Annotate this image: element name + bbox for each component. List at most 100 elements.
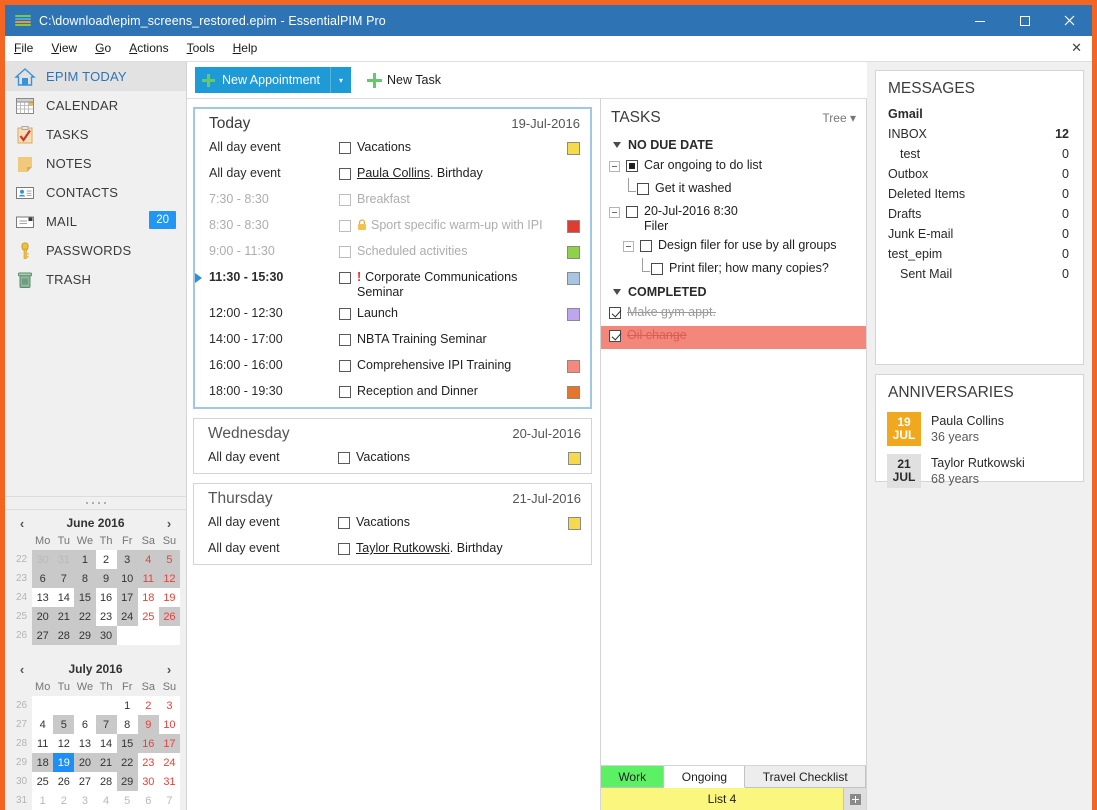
calendar-day-cell[interactable]: 6: [74, 715, 95, 734]
calendar-day-cell[interactable]: 24: [159, 753, 180, 772]
event-row[interactable]: 7:30 - 8:30Breakfast: [195, 189, 590, 215]
calendar-day-cell[interactable]: 27: [32, 626, 53, 645]
event-checkbox[interactable]: [338, 517, 350, 529]
new-appointment-dropdown[interactable]: ▾: [330, 67, 351, 93]
task-row[interactable]: 20-Jul-2016 8:30 Filer: [601, 202, 866, 236]
event-row[interactable]: All day eventVacations: [194, 447, 591, 473]
task-row[interactable]: Get it washed: [601, 179, 866, 202]
task-group-header[interactable]: NO DUE DATE: [601, 135, 866, 156]
message-folder-row[interactable]: test_epim0: [876, 244, 1083, 264]
tree-collapse-icon[interactable]: [623, 241, 634, 252]
calendar-day-cell[interactable]: 7: [53, 569, 74, 588]
prev-month-button[interactable]: ‹: [15, 662, 29, 677]
close-button[interactable]: [1047, 5, 1092, 36]
calendar-day-cell[interactable]: 29: [117, 772, 138, 791]
calendar-day-cell[interactable]: 2: [138, 696, 159, 715]
sidebar-item-trash[interactable]: TRASH: [5, 265, 186, 294]
calendar-day-cell[interactable]: 21: [96, 753, 117, 772]
sidebar-item-passwords[interactable]: PASSWORDS: [5, 236, 186, 265]
event-checkbox[interactable]: [339, 194, 351, 206]
calendar-day-cell[interactable]: 3: [159, 696, 180, 715]
calendar-day-cell[interactable]: 21: [53, 607, 74, 626]
event-checkbox[interactable]: [339, 246, 351, 258]
maximize-button[interactable]: [1002, 5, 1047, 36]
calendar-day-cell[interactable]: 3: [117, 550, 138, 569]
task-row[interactable]: Car ongoing to do list: [601, 156, 866, 179]
calendar-day-cell[interactable]: 13: [74, 734, 95, 753]
tasks-tab[interactable]: Ongoing: [664, 766, 745, 788]
event-row[interactable]: 16:00 - 16:00Comprehensive IPI Training: [195, 355, 590, 381]
calendar-day-cell[interactable]: 29: [74, 626, 95, 645]
event-checkbox[interactable]: [339, 272, 351, 284]
calendar-day-cell[interactable]: 27: [74, 772, 95, 791]
calendar-day-cell[interactable]: 12: [159, 569, 180, 588]
calendar-day-cell[interactable]: 28: [53, 626, 74, 645]
event-row[interactable]: All day eventTaylor Rutkowski. Birthday: [194, 538, 591, 564]
calendar-day-cell[interactable]: 2: [53, 791, 74, 810]
calendar-day-cell[interactable]: 6: [32, 569, 53, 588]
contact-link[interactable]: Taylor Rutkowski: [356, 541, 450, 555]
calendar-day-cell[interactable]: 14: [53, 588, 74, 607]
task-row[interactable]: Make gym appt.: [601, 303, 866, 326]
event-row[interactable]: All day eventVacations: [194, 512, 591, 538]
calendar-day-cell[interactable]: 5: [117, 791, 138, 810]
calendar-day-cell[interactable]: 1: [74, 550, 95, 569]
calendar-day-cell[interactable]: 2: [96, 550, 117, 569]
menu-view[interactable]: View: [42, 36, 86, 61]
calendar-day-cell[interactable]: 5: [53, 715, 74, 734]
event-checkbox[interactable]: [339, 142, 351, 154]
new-appointment-button[interactable]: New Appointment: [195, 67, 330, 93]
calendar-day-cell[interactable]: 25: [138, 607, 159, 626]
tasks-tab[interactable]: Work: [601, 766, 664, 788]
event-checkbox[interactable]: [339, 308, 351, 320]
sidebar-splitter-handle[interactable]: [5, 496, 186, 510]
task-checkbox[interactable]: [640, 240, 652, 252]
message-folder-row[interactable]: Gmail: [876, 104, 1083, 124]
calendar-day-cell[interactable]: 26: [159, 607, 180, 626]
task-row[interactable]: Oil change: [601, 326, 866, 349]
sidebar-item-mail[interactable]: MAIL 20: [5, 207, 186, 236]
message-folder-row[interactable]: test0: [876, 144, 1083, 164]
calendar-day-cell[interactable]: 16: [96, 588, 117, 607]
close-view-icon[interactable]: ✕: [1071, 39, 1082, 57]
event-row[interactable]: 12:00 - 12:30Launch: [195, 303, 590, 329]
add-list-button[interactable]: [844, 788, 866, 810]
sidebar-item-notes[interactable]: NOTES: [5, 149, 186, 178]
calendar-day-cell[interactable]: 14: [96, 734, 117, 753]
next-month-button[interactable]: ›: [162, 662, 176, 677]
anniversary-row[interactable]: 21JULTaylor Rutkowski68 years: [876, 450, 1083, 492]
calendar-day-cell[interactable]: 23: [96, 607, 117, 626]
task-checkbox[interactable]: [651, 263, 663, 275]
event-row[interactable]: All day eventVacations: [195, 137, 590, 163]
menu-go[interactable]: Go: [86, 36, 120, 61]
tasks-view-mode-selector[interactable]: Tree ▾: [822, 111, 856, 125]
calendar-day-cell[interactable]: 19: [159, 588, 180, 607]
calendar-day-cell[interactable]: 30: [32, 550, 53, 569]
event-row[interactable]: 9:00 - 11:30Scheduled activities: [195, 241, 590, 267]
calendar-day-cell[interactable]: 1: [32, 791, 53, 810]
event-checkbox[interactable]: [339, 360, 351, 372]
calendar-day-cell[interactable]: 8: [74, 569, 95, 588]
task-checkbox[interactable]: [609, 330, 621, 342]
task-checkbox[interactable]: [626, 206, 638, 218]
calendar-day-cell[interactable]: 7: [96, 715, 117, 734]
sidebar-item-tasks[interactable]: TASKS: [5, 120, 186, 149]
task-row[interactable]: Design filer for use by all groups: [601, 236, 866, 259]
menu-file[interactable]: File: [5, 36, 42, 61]
tree-collapse-icon[interactable]: [609, 161, 620, 172]
prev-month-button[interactable]: ‹: [15, 516, 29, 531]
calendar-day-cell[interactable]: 7: [159, 791, 180, 810]
calendar-day-cell[interactable]: 10: [159, 715, 180, 734]
calendar-day-cell[interactable]: 20: [74, 753, 95, 772]
event-row[interactable]: All day eventPaula Collins. Birthday: [195, 163, 590, 189]
calendar-day-cell[interactable]: 3: [74, 791, 95, 810]
event-checkbox[interactable]: [338, 452, 350, 464]
menu-tools[interactable]: Tools: [178, 36, 224, 61]
event-checkbox[interactable]: [339, 220, 351, 232]
message-folder-row[interactable]: Junk E-mail0: [876, 224, 1083, 244]
calendar-day-cell[interactable]: 4: [138, 550, 159, 569]
task-row[interactable]: Print filer; how many copies?: [601, 259, 866, 282]
calendar-day-cell[interactable]: 30: [96, 626, 117, 645]
calendar-day-cell[interactable]: 4: [32, 715, 53, 734]
event-row[interactable]: 18:00 - 19:30Reception and Dinner: [195, 381, 590, 407]
